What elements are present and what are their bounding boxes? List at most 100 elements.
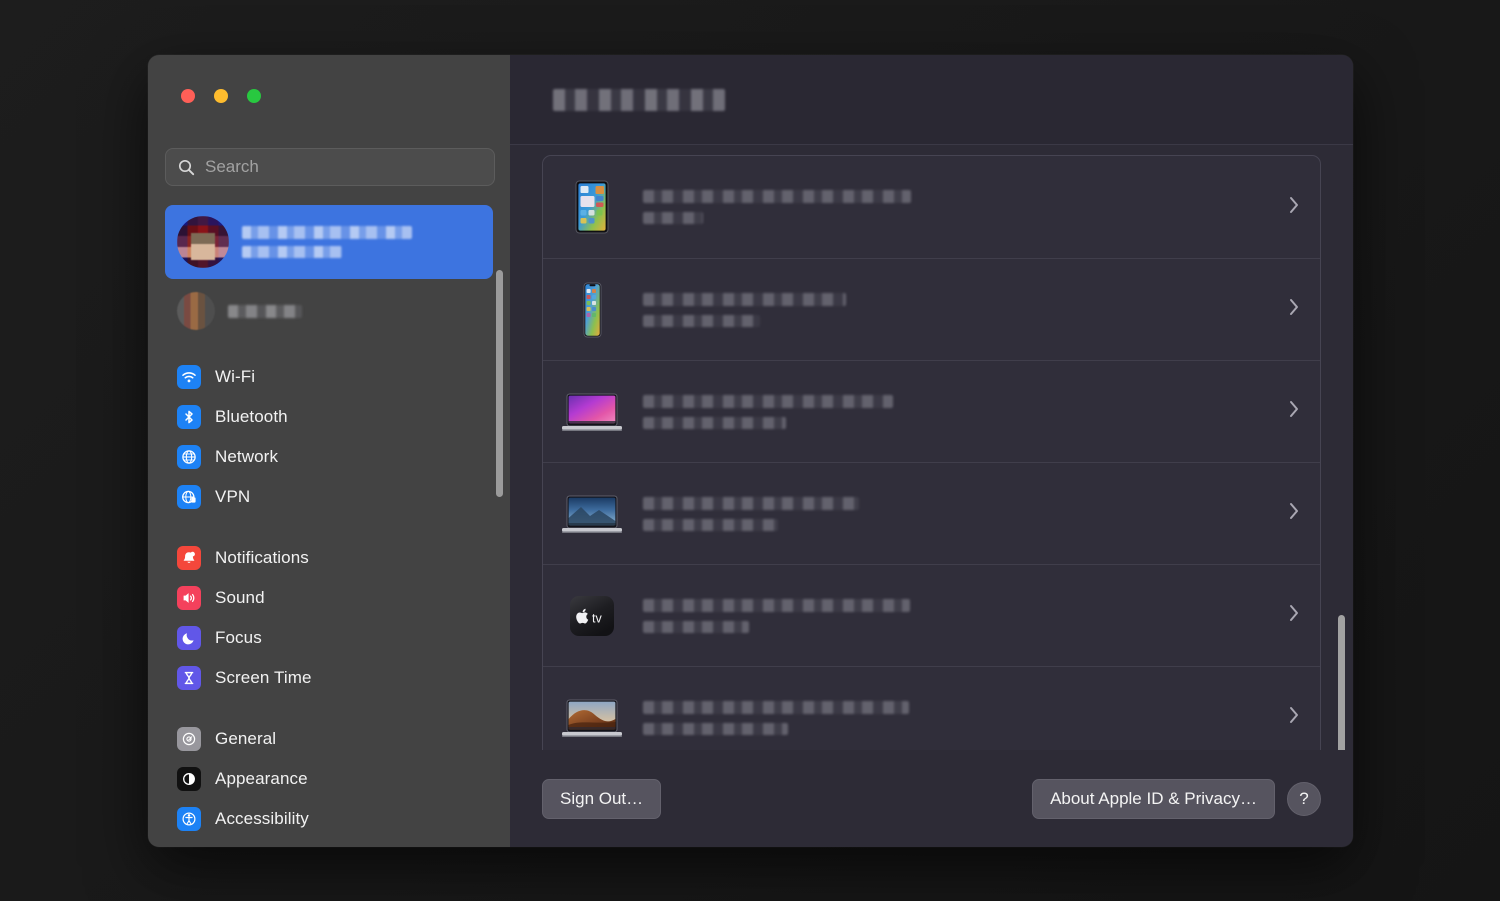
- sidebar-scrollbar[interactable]: [496, 270, 503, 497]
- help-button[interactable]: ?: [1287, 781, 1321, 816]
- sound-speaker-icon: [177, 586, 201, 610]
- sidebar-divider-2: [148, 698, 510, 719]
- sidebar-item-label: Wi-Fi: [215, 367, 256, 386]
- sign-out-button[interactable]: Sign Out…: [542, 778, 662, 819]
- sidebar: Wi-Fi Bluetooth: [148, 55, 510, 847]
- network-globe-icon: [177, 445, 201, 469]
- sidebar-item-label: General: [215, 729, 277, 748]
- sidebar-item-label: Focus: [215, 628, 262, 647]
- chevron-right-icon: [1288, 297, 1302, 322]
- search-field[interactable]: [165, 148, 495, 186]
- family-name-redacted: [228, 304, 302, 318]
- sidebar-item-general[interactable]: General: [165, 719, 493, 759]
- device-name-redacted: [643, 292, 846, 306]
- device-text: [643, 700, 1270, 735]
- ipad-icon: [559, 174, 625, 240]
- chevron-right-icon: [1288, 399, 1302, 424]
- window-traffic-lights: [181, 89, 261, 103]
- device-text: [643, 496, 1270, 531]
- avatar: [177, 216, 229, 268]
- chevron-right-icon: [1288, 195, 1302, 220]
- sidebar-item-network[interactable]: Network: [165, 437, 493, 477]
- search-input[interactable]: [205, 157, 482, 177]
- device-detail-redacted: [643, 722, 788, 735]
- chevron-right-icon: [1288, 603, 1302, 628]
- device-row[interactable]: [543, 462, 1320, 564]
- avatar-secondary: [177, 292, 215, 330]
- device-name-redacted: [643, 700, 909, 714]
- iphone-icon: [559, 277, 625, 343]
- sidebar-item-screen-time[interactable]: Screen Time: [165, 658, 493, 698]
- device-text: [643, 598, 1270, 633]
- content-header: [510, 55, 1353, 145]
- sidebar-item-label: Bluetooth: [215, 407, 288, 426]
- sidebar-item-wi-fi[interactable]: Wi-Fi: [165, 357, 493, 397]
- device-detail-redacted: [643, 314, 760, 327]
- page-title-redacted: [553, 88, 725, 111]
- sidebar-item-sound[interactable]: Sound: [165, 578, 493, 618]
- content-body: tv: [510, 145, 1353, 750]
- system-settings-window: Wi-Fi Bluetooth: [148, 55, 1353, 847]
- device-list: tv: [542, 155, 1321, 750]
- device-row[interactable]: [543, 360, 1320, 462]
- device-row[interactable]: [543, 156, 1320, 258]
- sidebar-item-appearance[interactable]: Appearance: [165, 759, 493, 799]
- device-detail-redacted: [643, 212, 703, 224]
- screen-time-hourglass-icon: [177, 666, 201, 690]
- minimize-button[interactable]: [214, 89, 228, 103]
- sidebar-divider-1: [148, 517, 510, 538]
- content-scrollbar[interactable]: [1338, 615, 1345, 750]
- device-name-redacted: [643, 598, 910, 612]
- svg-text:tv: tv: [592, 611, 602, 625]
- wifi-icon: [177, 365, 201, 389]
- sidebar-item-accessibility[interactable]: Accessibility: [165, 799, 493, 839]
- macbook-mojave-icon: [559, 685, 625, 751]
- sidebar-item-label: Accessibility: [215, 809, 309, 828]
- bluetooth-icon: [177, 405, 201, 429]
- search-icon: [178, 159, 195, 176]
- sidebar-item-vpn[interactable]: VPN: [165, 477, 493, 517]
- macbook-monterey-icon: [559, 379, 625, 445]
- vpn-globe-icon: [177, 485, 201, 509]
- general-gear-icon: [177, 727, 201, 751]
- appearance-contrast-icon: [177, 767, 201, 791]
- device-name-redacted: [643, 496, 859, 510]
- sidebar-item-label: Sound: [215, 588, 265, 607]
- macbook-catalina-icon: [559, 481, 625, 547]
- accessibility-person-icon: [177, 807, 201, 831]
- sidebar-item-bluetooth[interactable]: Bluetooth: [165, 397, 493, 437]
- sidebar-scroll-area: Wi-Fi Bluetooth Network VPN Notification…: [148, 205, 510, 847]
- focus-moon-icon: [177, 626, 201, 650]
- device-detail-redacted: [643, 518, 778, 531]
- device-text: [643, 292, 1270, 327]
- sidebar-item-apple-id[interactable]: [165, 205, 493, 279]
- sidebar-group-general: General Appearance Accessibility: [148, 719, 510, 839]
- about-apple-id-privacy-button[interactable]: About Apple ID & Privacy…: [1032, 778, 1275, 819]
- device-name-redacted: [643, 394, 893, 408]
- account-name-redacted: [242, 226, 412, 239]
- notifications-bell-icon: [177, 546, 201, 570]
- device-row[interactable]: [543, 666, 1320, 750]
- desktop-background: Wi-Fi Bluetooth: [0, 0, 1500, 901]
- device-detail-redacted: [643, 620, 749, 633]
- device-text: [643, 190, 1270, 224]
- content-pane: tv Sign Out… About Apple ID & Privacy… ?: [510, 55, 1353, 847]
- device-row[interactable]: [543, 258, 1320, 360]
- sidebar-item-label: Notifications: [215, 548, 309, 567]
- device-detail-redacted: [643, 416, 786, 429]
- sidebar-nav: Wi-Fi Bluetooth Network VPN Notification…: [148, 357, 510, 839]
- sidebar-item-label: Network: [215, 447, 279, 466]
- chevron-right-icon: [1288, 501, 1302, 526]
- device-text: [643, 394, 1270, 429]
- sidebar-item-label: VPN: [215, 487, 251, 506]
- device-name-redacted: [643, 190, 911, 203]
- chevron-right-icon: [1288, 705, 1302, 730]
- content-footer: Sign Out… About Apple ID & Privacy… ?: [510, 750, 1353, 847]
- account-subtitle-redacted: [242, 246, 342, 258]
- close-button[interactable]: [181, 89, 195, 103]
- sidebar-item-focus[interactable]: Focus: [165, 618, 493, 658]
- device-row[interactable]: tv: [543, 564, 1320, 666]
- sidebar-item-family[interactable]: [165, 289, 493, 333]
- sidebar-item-notifications[interactable]: Notifications: [165, 538, 493, 578]
- zoom-button[interactable]: [247, 89, 261, 103]
